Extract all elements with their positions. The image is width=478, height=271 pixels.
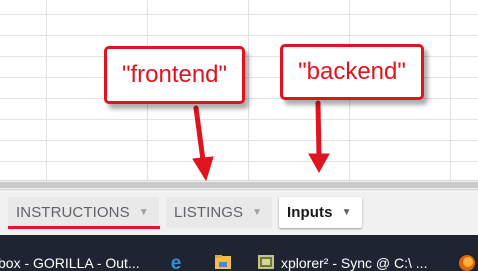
edge-icon[interactable]: e: [166, 252, 186, 271]
annotation-underline: [8, 226, 160, 229]
backend-callout: "backend": [280, 44, 424, 100]
xplorer-icon[interactable]: [256, 252, 276, 271]
caret-down-icon[interactable]: ▼: [342, 207, 352, 218]
sheet-tab-listings[interactable]: LISTINGS ▼: [166, 197, 273, 228]
horizontal-scrollbar[interactable]: [0, 180, 478, 189]
taskbar-item-xplorer[interactable]: xplorer² - Sync @ C:\ ...: [281, 255, 427, 271]
caret-down-icon[interactable]: ▼: [252, 207, 262, 218]
caret-down-icon[interactable]: ▼: [139, 207, 149, 218]
frontend-callout: "frontend": [104, 46, 245, 104]
sheet-tab-inputs[interactable]: Inputs ▼: [279, 197, 362, 228]
callout-label: "frontend": [121, 61, 228, 88]
sheet-tab-label: Inputs: [287, 204, 333, 221]
sheet-tab-label: INSTRUCTIONS: [16, 204, 130, 221]
windows-taskbar: box - GORILLA - Out... e xplorer² - Sync…: [0, 235, 478, 271]
scrollbar-thumb[interactable]: [0, 182, 478, 188]
firefox-icon[interactable]: [457, 252, 477, 271]
screen: INSTRUCTIONS ▼ LISTINGS ▼ Inputs ▼ box -…: [0, 0, 478, 271]
sheet-tab-instructions[interactable]: INSTRUCTIONS ▼: [8, 197, 159, 228]
svg-text:e: e: [171, 253, 182, 271]
sheet-tab-label: LISTINGS: [174, 204, 244, 221]
file-explorer-icon[interactable]: [213, 252, 233, 271]
taskbar-item-outlook[interactable]: box - GORILLA - Out...: [0, 255, 140, 271]
callout-label: "backend": [298, 58, 406, 85]
sheet-tab-bar: INSTRUCTIONS ▼ LISTINGS ▼ Inputs ▼: [0, 189, 478, 235]
